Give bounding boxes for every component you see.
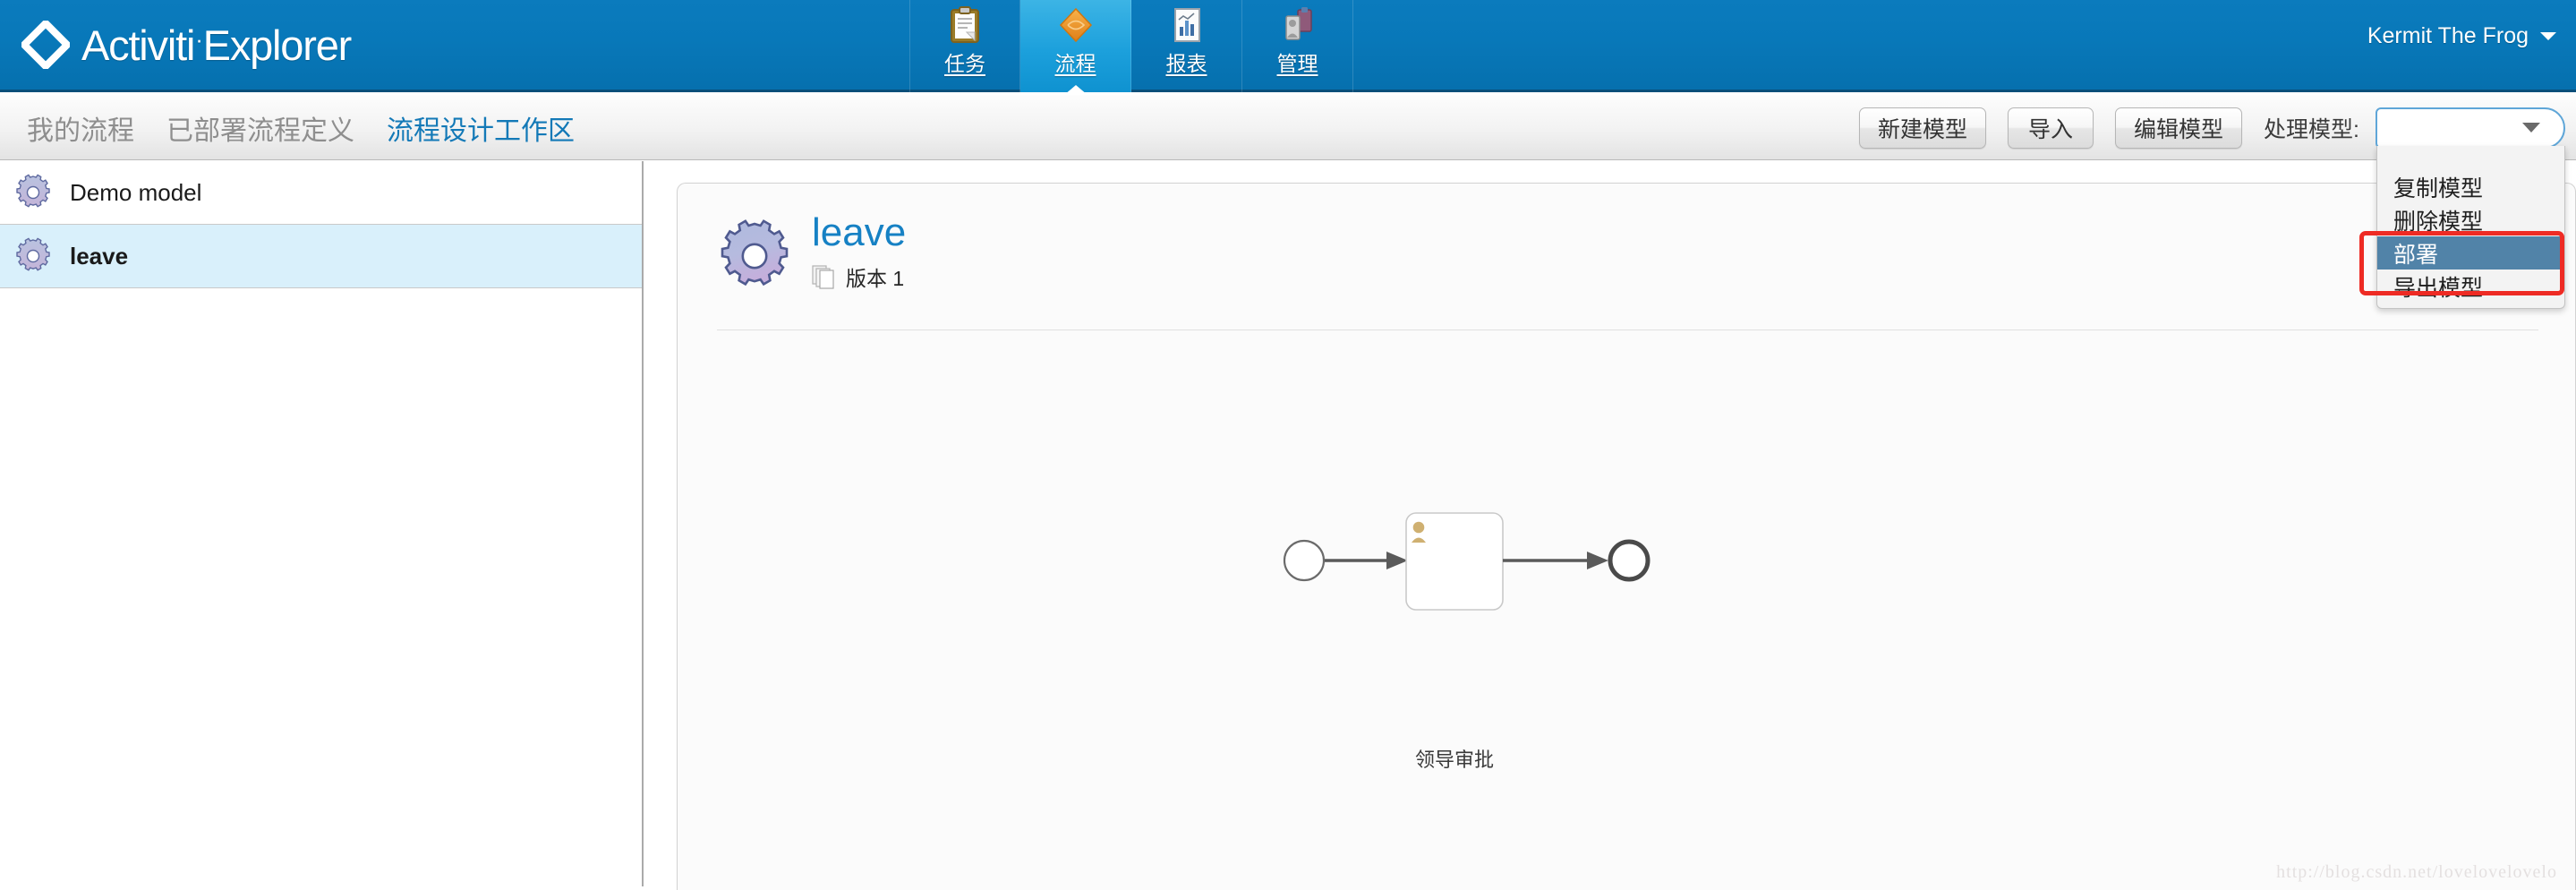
model-version-row: 版本 1 xyxy=(812,261,906,292)
model-title[interactable]: leave xyxy=(812,213,906,252)
model-list-sidebar: Demo model leave xyxy=(0,161,644,886)
subtab-deployed-definitions[interactable]: 已部署流程定义 xyxy=(150,108,371,148)
tab-tasks-label: 任务 xyxy=(944,52,985,75)
gear-icon xyxy=(14,237,52,275)
user-name-label: Kermit The Frog xyxy=(2367,23,2529,48)
app-brand-text: Activiti·Explorer xyxy=(81,21,353,70)
list-item[interactable]: Demo model xyxy=(0,161,642,225)
brand-separator: · xyxy=(195,25,203,53)
list-item-label: leave xyxy=(70,242,129,270)
process-model-label: 处理模型: xyxy=(2264,116,2359,142)
top-header-bar: Activiti·Explorer 任务 流程 报表 管理 Kermit The… xyxy=(0,0,2576,95)
watermark-text: http://blog.csdn.net/lovelovelovelo xyxy=(2276,862,2557,882)
user-task-label: 领导审批 xyxy=(1414,749,1494,771)
tab-tasks[interactable]: 任务 xyxy=(909,0,1020,92)
model-header-text: leave 版本 1 xyxy=(812,213,906,292)
process-subnav: 我的流程 已部署流程定义 流程设计工作区 xyxy=(11,95,591,160)
tab-manage-label: 管理 xyxy=(1276,52,1318,75)
bar-chart-document-icon xyxy=(1167,5,1207,45)
main-navigation-tabs: 任务 流程 报表 管理 xyxy=(909,0,1353,95)
dropdown-item-copy-model[interactable]: 复制模型 xyxy=(2377,170,2564,203)
import-button[interactable]: 导入 xyxy=(2008,107,2094,149)
gear-icon xyxy=(717,218,792,294)
triangle-down-icon xyxy=(2522,123,2540,133)
model-actions-dropdown: 复制模型 删除模型 部署 导出模型 xyxy=(2376,146,2565,309)
gear-icon xyxy=(14,174,52,211)
dropdown-item-export-model[interactable]: 导出模型 xyxy=(2377,270,2564,303)
model-header: leave 版本 1 xyxy=(717,213,906,294)
dropdown-item-delete-model[interactable]: 删除模型 xyxy=(2377,203,2564,236)
list-item-label: Demo model xyxy=(70,178,202,206)
users-badge-icon xyxy=(1278,5,1318,45)
model-version-label: 版本 1 xyxy=(846,267,905,290)
user-menu[interactable]: Kermit The Frog xyxy=(2367,23,2556,49)
process-model-combobox[interactable] xyxy=(2376,107,2565,149)
list-item[interactable]: leave xyxy=(0,225,642,288)
start-event xyxy=(1283,539,1326,582)
app-brand[interactable]: Activiti·Explorer xyxy=(19,9,353,81)
orange-diamond-icon xyxy=(1056,5,1096,45)
tab-manage[interactable]: 管理 xyxy=(1242,0,1353,92)
dropdown-item-deploy[interactable]: 部署 xyxy=(2377,236,2564,270)
arrowhead-2 xyxy=(1587,552,1608,569)
arrowhead-1 xyxy=(1386,552,1408,569)
secondary-toolbar: 我的流程 已部署流程定义 流程设计工作区 新建模型 导入 编辑模型 处理模型: xyxy=(0,95,2576,160)
edit-model-button[interactable]: 编辑模型 xyxy=(2115,107,2243,149)
new-model-button[interactable]: 新建模型 xyxy=(1859,107,1987,149)
end-event xyxy=(1608,539,1651,582)
tab-processes[interactable]: 流程 xyxy=(1020,0,1131,95)
copy-pages-icon xyxy=(812,263,836,290)
tab-processes-label: 流程 xyxy=(1054,52,1096,75)
subtab-model-workspace[interactable]: 流程设计工作区 xyxy=(371,108,591,148)
brand-name-part2: Explorer xyxy=(202,21,353,69)
brand-name-part1: Activiti xyxy=(81,21,195,69)
main-content-area: leave 版本 1 流程图 xyxy=(645,161,2576,890)
diamond-logo-icon xyxy=(19,18,73,72)
clipboard-icon xyxy=(945,5,985,45)
subtab-my-processes[interactable]: 我的流程 xyxy=(11,108,150,148)
process-model-combobox-wrapper xyxy=(2376,107,2565,149)
header-divider xyxy=(717,329,2538,330)
caret-down-icon xyxy=(2540,32,2556,40)
model-detail-panel: leave 版本 1 流程图 xyxy=(677,183,2576,890)
tab-reports-label: 报表 xyxy=(1165,52,1207,75)
bpmn-diagram-canvas[interactable]: 领导审批 xyxy=(678,415,2575,890)
tab-reports[interactable]: 报表 xyxy=(1131,0,1242,92)
